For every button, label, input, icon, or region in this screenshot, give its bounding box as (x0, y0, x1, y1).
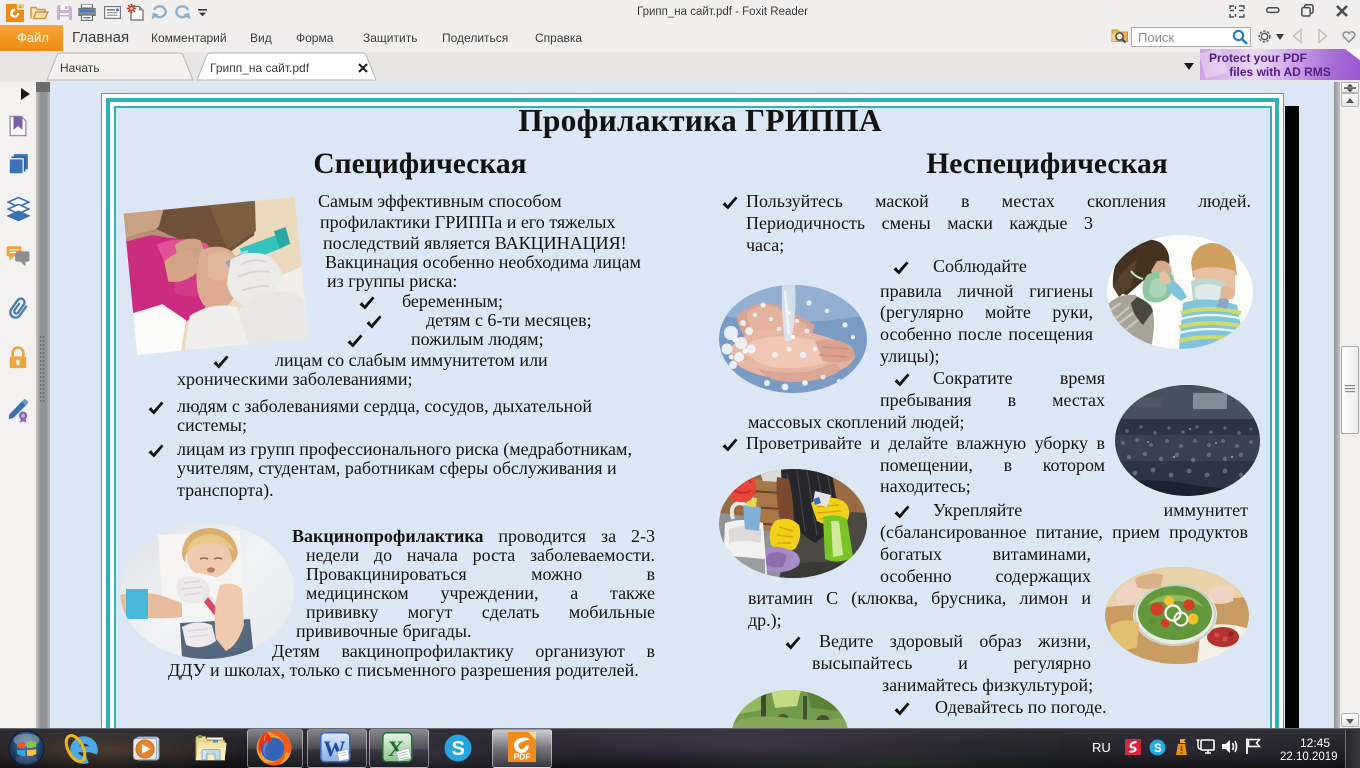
svg-text:PDF: PDF (514, 752, 531, 762)
svg-text:S: S (452, 738, 465, 760)
svg-text:S: S (1154, 743, 1162, 755)
